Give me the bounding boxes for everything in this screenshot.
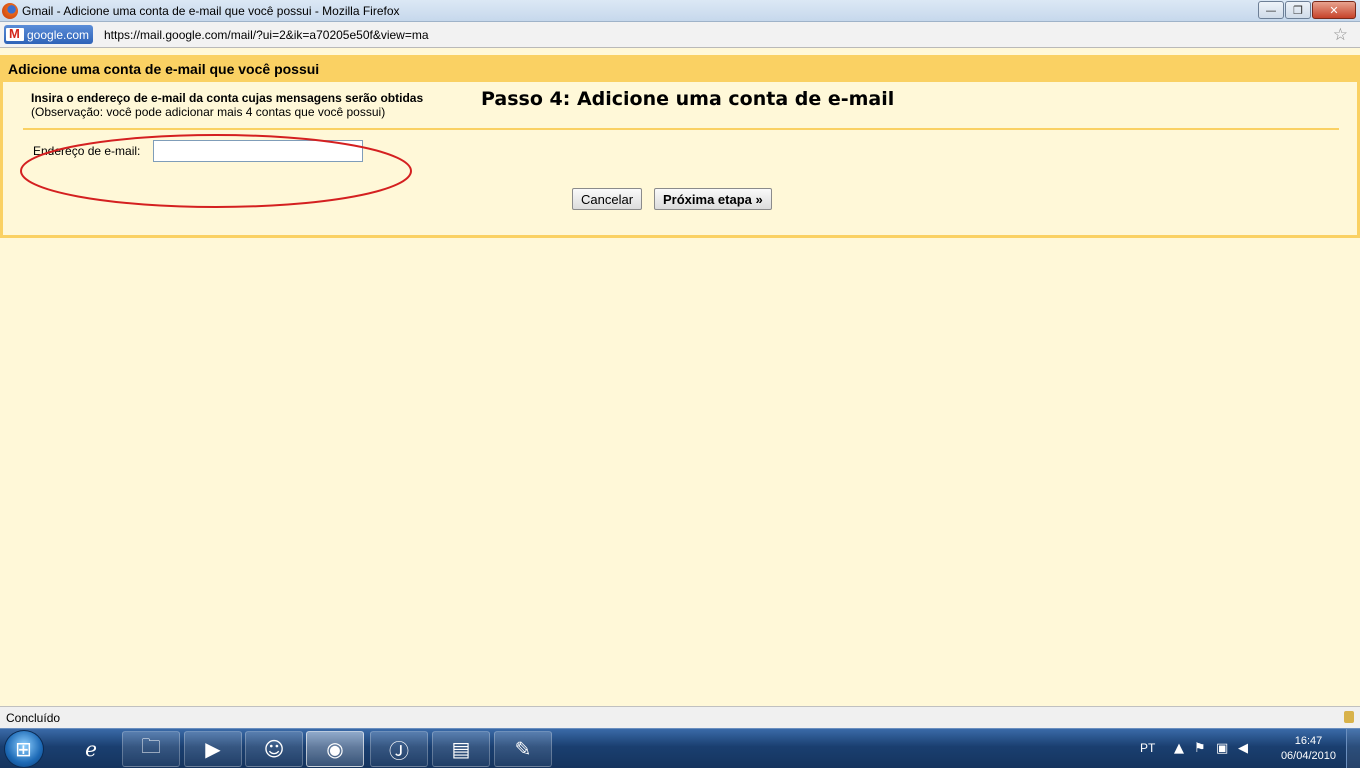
show-desktop-button[interactable] <box>1346 729 1360 768</box>
lock-icon[interactable] <box>1344 711 1354 723</box>
close-button[interactable]: ✕ <box>1312 1 1356 19</box>
site-identity-label: google.com <box>27 27 90 42</box>
action-center-icon[interactable]: ⚑ <box>1194 741 1206 756</box>
clock[interactable]: 16:47 06/04/2010 <box>1281 734 1336 764</box>
show-hidden-icons-icon[interactable]: ▲ <box>1174 741 1184 756</box>
cancel-button[interactable]: Cancelar <box>572 188 643 210</box>
panel-header: Adicione uma conta de e-mail que você po… <box>3 58 1357 82</box>
minimize-button[interactable]: — <box>1258 1 1284 19</box>
volume-icon[interactable]: ◀ <box>1238 741 1248 756</box>
next-step-button[interactable]: Próxima etapa » <box>654 188 772 210</box>
clock-time: 16:47 <box>1294 735 1323 747</box>
system-tray: PT ▲ ⚑ ▣ ◀ 16:47 06/04/2010 <box>1130 729 1360 768</box>
window-controls: — ❐ ✕ <box>1257 1 1356 19</box>
start-button[interactable] <box>4 730 44 768</box>
step-title-annotation: Passo 4: Adicione uma conta de e-mail <box>481 88 895 110</box>
divider <box>23 128 1339 130</box>
internet-explorer-icon[interactable]: ℯ <box>62 731 120 767</box>
taskbar: ℯ 🗀 ▶ ☺ ◉ Ⓙ ▤ ✎ PT ▲ ⚑ ▣ ◀ 16:47 06/04/2… <box>0 728 1360 768</box>
highlight-ellipse-annotation <box>20 134 412 208</box>
note-text: (Observação: você pode adicionar mais 4 … <box>31 105 386 119</box>
messenger-icon[interactable]: ☺ <box>245 731 303 767</box>
status-bar: Concluído <box>0 706 1360 728</box>
window-title: Gmail - Adicione uma conta de e-mail que… <box>22 4 400 18</box>
bookmark-star-icon[interactable]: ☆ <box>1333 25 1348 45</box>
restore-button[interactable]: ❐ <box>1285 1 1311 19</box>
url-field[interactable]: https://mail.google.com/mail/?ui=2&ik=a7… <box>104 28 429 42</box>
file-explorer-icon[interactable]: 🗀 <box>122 731 180 767</box>
add-account-panel: Adicione uma conta de e-mail que você po… <box>0 55 1360 238</box>
media-player-icon[interactable]: ▶ <box>184 731 242 767</box>
address-bar: google.com https://mail.google.com/mail/… <box>0 22 1360 48</box>
documents-icon[interactable]: ▤ <box>432 731 490 767</box>
language-indicator[interactable]: PT <box>1140 741 1155 755</box>
status-text: Concluído <box>6 711 61 725</box>
jc-app-icon[interactable]: Ⓙ <box>370 731 428 767</box>
firefox-icon <box>2 3 18 19</box>
site-identity-button[interactable]: google.com <box>4 25 94 44</box>
instructions: Insira o endereço de e-mail da conta cuj… <box>31 91 423 119</box>
firefox-taskbar-icon[interactable]: ◉ <box>306 731 364 767</box>
window-titlebar: Gmail - Adicione uma conta de e-mail que… <box>0 0 1360 22</box>
paint-icon[interactable]: ✎ <box>494 731 552 767</box>
clock-date: 06/04/2010 <box>1280 750 1336 762</box>
instruction-text: Insira o endereço de e-mail da conta cuj… <box>31 91 424 105</box>
network-icon[interactable]: ▣ <box>1216 741 1228 756</box>
gmail-icon <box>6 26 24 41</box>
